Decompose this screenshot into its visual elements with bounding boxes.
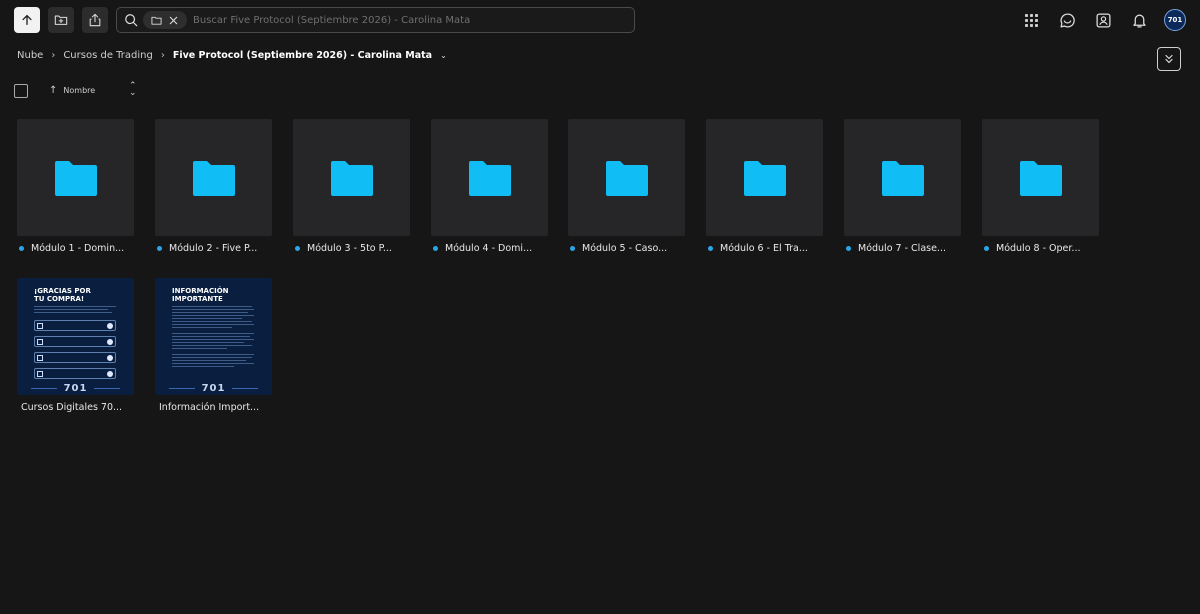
folder-icon — [605, 160, 648, 196]
folder-item[interactable]: Módulo 3 - 5to P... — [293, 119, 410, 254]
select-all-checkbox[interactable] — [14, 83, 28, 98]
folder-item[interactable]: Módulo 1 - Domin... — [17, 119, 134, 254]
sort-ascending-icon[interactable]: ↑ — [49, 85, 57, 96]
folder-thumbnail[interactable] — [568, 119, 685, 236]
notifications-button[interactable] — [1128, 9, 1150, 31]
folder-thumbnail[interactable] — [155, 119, 272, 236]
thumbnail-title: INFORMACIÓN IMPORTANTE — [172, 287, 229, 303]
folder-icon — [330, 160, 373, 196]
folder-label: Módulo 2 - Five P... — [169, 242, 258, 254]
folder-thumbnail[interactable] — [431, 119, 548, 236]
folder-thumbnail[interactable] — [982, 119, 1099, 236]
contacts-button[interactable] — [1092, 9, 1114, 31]
folder-icon — [881, 160, 924, 196]
thumbnail-brand: 701 — [63, 383, 88, 394]
search-icon[interactable] — [123, 12, 139, 28]
thumbnail-brand: 701 — [201, 383, 226, 394]
folder-icon — [743, 160, 786, 196]
breadcrumb: Nube › Cursos de Trading › Five Protocol… — [17, 50, 447, 61]
close-icon[interactable] — [168, 15, 179, 26]
status-dot — [708, 245, 713, 251]
collapse-button[interactable] — [1157, 47, 1181, 71]
status-dot — [984, 245, 989, 251]
arrow-up-icon — [22, 14, 32, 26]
folder-thumbnail[interactable] — [17, 119, 134, 236]
folder-name[interactable]: Módulo 4 - Domi... — [431, 242, 548, 254]
file-item[interactable]: ¡GRACIAS POR TU COMPRA! 701 Cursos Digita… — [17, 278, 134, 413]
file-name[interactable]: Información Import... — [159, 401, 272, 413]
breadcrumb-item-cursos[interactable]: Cursos de Trading — [63, 50, 153, 61]
folder-name[interactable]: Módulo 8 - Oper... — [982, 242, 1099, 254]
chevron-right-icon: › — [51, 50, 56, 61]
contacts-icon — [1095, 12, 1111, 28]
folder-label: Módulo 8 - Oper... — [996, 242, 1081, 254]
apps-grid-button[interactable] — [1020, 9, 1042, 31]
header-actions: 701 — [1006, 7, 1186, 33]
share-button[interactable] — [82, 7, 108, 33]
folder-name[interactable]: Módulo 7 - Clase... — [844, 242, 961, 254]
folder-item[interactable]: Módulo 5 - Caso... — [568, 119, 685, 254]
chat-button[interactable] — [1056, 9, 1078, 31]
folder-label: Módulo 7 - Clase... — [858, 242, 946, 254]
folder-label: Módulo 4 - Domi... — [445, 242, 533, 254]
file-item[interactable]: INFORMACIÓN IMPORTANTE 701 Información I… — [155, 278, 272, 413]
double-chevron-down-icon — [1165, 54, 1173, 64]
folder-label: Módulo 5 - Caso... — [582, 242, 668, 254]
folder-item[interactable]: Módulo 7 - Clase... — [844, 119, 961, 254]
folder-name[interactable]: Módulo 3 - 5to P... — [293, 242, 410, 254]
folder-icon — [54, 160, 97, 196]
search-scope-chip[interactable] — [143, 11, 187, 29]
folder-plus-icon — [54, 15, 68, 25]
folder-label: Módulo 1 - Domin... — [31, 242, 125, 254]
folder-thumbnail[interactable] — [706, 119, 823, 236]
sort-label[interactable]: Nombre — [63, 86, 95, 95]
search-bar — [116, 7, 635, 33]
status-dot — [19, 245, 24, 251]
status-dot — [295, 245, 300, 251]
chevron-down-icon[interactable]: ⌄ — [440, 51, 447, 60]
breadcrumb-item-nube[interactable]: Nube — [17, 50, 43, 61]
chevron-right-icon: › — [160, 50, 165, 61]
folder-item[interactable]: Módulo 4 - Domi... — [431, 119, 548, 254]
new-folder-button[interactable] — [48, 7, 74, 33]
share-icon — [89, 13, 101, 27]
folder-label: Módulo 3 - 5to P... — [307, 242, 392, 254]
folder-icon — [192, 160, 235, 196]
status-dot — [570, 245, 575, 251]
folder-icon — [151, 16, 162, 25]
chat-icon — [1059, 12, 1075, 28]
status-dot — [157, 245, 162, 251]
status-dot — [433, 245, 438, 251]
folder-icon — [1019, 160, 1062, 196]
image-thumbnail[interactable]: ¡GRACIAS POR TU COMPRA! 701 — [17, 278, 134, 395]
folder-label: Módulo 6 - El Tra... — [720, 242, 808, 254]
toolbar: 701 — [14, 7, 1186, 33]
folder-name[interactable]: Módulo 1 - Domin... — [17, 242, 134, 254]
bell-icon — [1132, 14, 1146, 28]
apps-grid-icon — [1024, 13, 1038, 27]
sort-row: ↑ Nombre ⌃ ⌄ — [14, 82, 144, 98]
folder-thumbnail[interactable] — [844, 119, 961, 236]
upload-button[interactable] — [14, 7, 40, 33]
folder-name[interactable]: Módulo 2 - Five P... — [155, 242, 272, 254]
file-name[interactable]: Cursos Digitales 70... — [21, 401, 134, 413]
avatar[interactable]: 701 — [1164, 9, 1186, 31]
folder-icon — [468, 160, 511, 196]
search-input[interactable] — [193, 14, 634, 26]
thumbnail-title: ¡GRACIAS POR TU COMPRA! — [34, 287, 91, 303]
status-dot — [846, 245, 851, 251]
folder-item[interactable]: Módulo 2 - Five P... — [155, 119, 272, 254]
folder-thumbnail[interactable] — [293, 119, 410, 236]
folder-name[interactable]: Módulo 6 - El Tra... — [706, 242, 823, 254]
folder-item[interactable]: Módulo 6 - El Tra... — [706, 119, 823, 254]
image-thumbnail[interactable]: INFORMACIÓN IMPORTANTE 701 — [155, 278, 272, 395]
folder-item[interactable]: Módulo 8 - Oper... — [982, 119, 1099, 254]
breadcrumb-current[interactable]: Five Protocol (Septiembre 2026) - Caroli… — [173, 50, 432, 61]
sort-toggle-icon[interactable]: ⌃ ⌄ — [129, 82, 137, 98]
folder-name[interactable]: Módulo 5 - Caso... — [568, 242, 685, 254]
